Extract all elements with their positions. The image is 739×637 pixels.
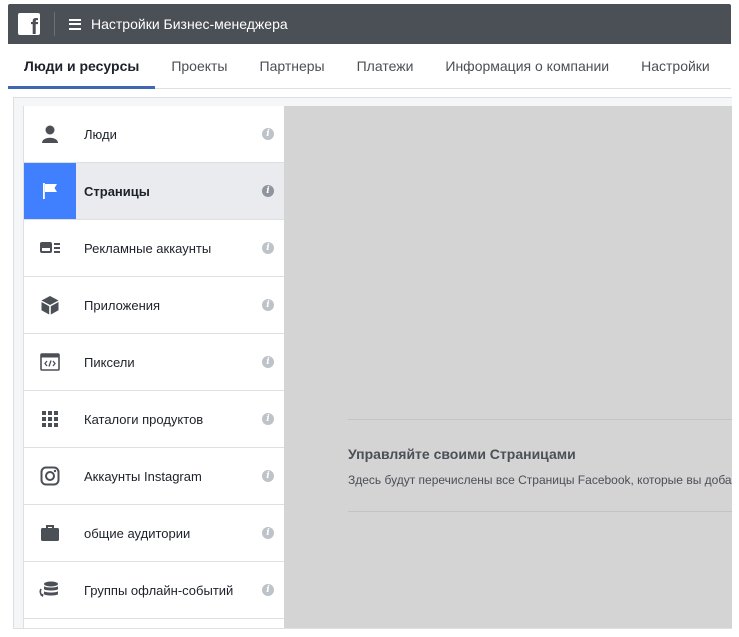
topbar-divider — [54, 12, 55, 36]
tab-people-and-assets[interactable]: Люди и ресурсы — [8, 44, 156, 89]
info-icon[interactable]: i — [262, 527, 274, 539]
sidebar-item-label: Приложения — [84, 297, 161, 313]
tab-partners[interactable]: Партнеры — [244, 44, 341, 88]
info-icon[interactable]: i — [262, 185, 274, 197]
sidebar-item-people[interactable]: Люди i — [24, 106, 284, 163]
sidebar-item-pages[interactable]: Страницы i — [24, 163, 284, 220]
grid-icon — [24, 391, 76, 447]
tab-projects[interactable]: Проекты — [155, 44, 243, 88]
main-panel: Люди i Страницы i Рекламные аккаунты i П… — [13, 97, 732, 629]
info-icon[interactable]: i — [262, 242, 274, 254]
sidebar-item-label: Люди — [84, 126, 117, 142]
person-icon — [24, 106, 76, 162]
info-icon[interactable]: i — [262, 470, 274, 482]
facebook-logo-icon[interactable]: f — [18, 13, 40, 35]
tab-business-info[interactable]: Информация о компании — [429, 44, 625, 88]
sidebar-item-ad-accounts[interactable]: Рекламные аккаунты i — [24, 220, 284, 277]
sidebar: Люди i Страницы i Рекламные аккаунты i П… — [23, 106, 285, 628]
sidebar-item-apps[interactable]: Приложения i — [24, 277, 284, 334]
sidebar-item-label: Пиксели — [84, 354, 135, 370]
sidebar-item-label: Страницы — [84, 183, 150, 199]
sidebar-item-shared-audiences[interactable]: общие аудитории i — [24, 505, 284, 562]
ad-account-icon — [24, 220, 76, 276]
info-icon[interactable]: i — [262, 128, 274, 140]
sidebar-item-product-catalogs[interactable]: Каталоги продуктов i — [24, 391, 284, 448]
hamburger-menu-icon[interactable] — [69, 18, 81, 30]
sidebar-item-pixels[interactable]: Пиксели i — [24, 334, 284, 391]
empty-state-description: Здесь будут перечислены все Страницы Fac… — [348, 473, 732, 487]
code-window-icon — [24, 334, 76, 390]
tab-settings[interactable]: Настройки — [625, 44, 726, 88]
sidebar-item-label: Рекламные аккаунты — [84, 240, 212, 256]
page-title: Настройки Бизнес-менеджера — [91, 16, 288, 32]
content-area: Управляйте своими Страницами Здесь будут… — [284, 106, 732, 628]
instagram-icon — [24, 448, 76, 504]
empty-state-title: Управляйте своими Страницами — [348, 446, 576, 462]
flag-icon — [24, 163, 76, 219]
database-sync-icon — [24, 562, 76, 618]
sidebar-item-instagram-accounts[interactable]: Аккаунты Instagram i — [24, 448, 284, 505]
briefcase-icon — [24, 505, 76, 561]
top-bar: f Настройки Бизнес-менеджера — [8, 4, 731, 44]
sidebar-item-label: Аккаунты Instagram — [84, 468, 202, 484]
sidebar-item-label: общие аудитории — [84, 525, 191, 541]
cube-icon — [24, 277, 76, 333]
sidebar-item-offline-event-groups[interactable]: Группы офлайн-событий i — [24, 562, 284, 619]
sidebar-item-label: Каталоги продуктов — [84, 411, 204, 427]
info-icon[interactable]: i — [262, 584, 274, 596]
info-icon[interactable]: i — [262, 356, 274, 368]
tab-bar: Люди и ресурсы Проекты Партнеры Платежи … — [8, 44, 731, 89]
info-icon[interactable]: i — [262, 299, 274, 311]
sidebar-item-label: Группы офлайн-событий — [84, 582, 234, 598]
tab-payments[interactable]: Платежи — [341, 44, 430, 88]
info-icon[interactable]: i — [262, 413, 274, 425]
empty-state: Управляйте своими Страницами Здесь будут… — [348, 419, 732, 512]
